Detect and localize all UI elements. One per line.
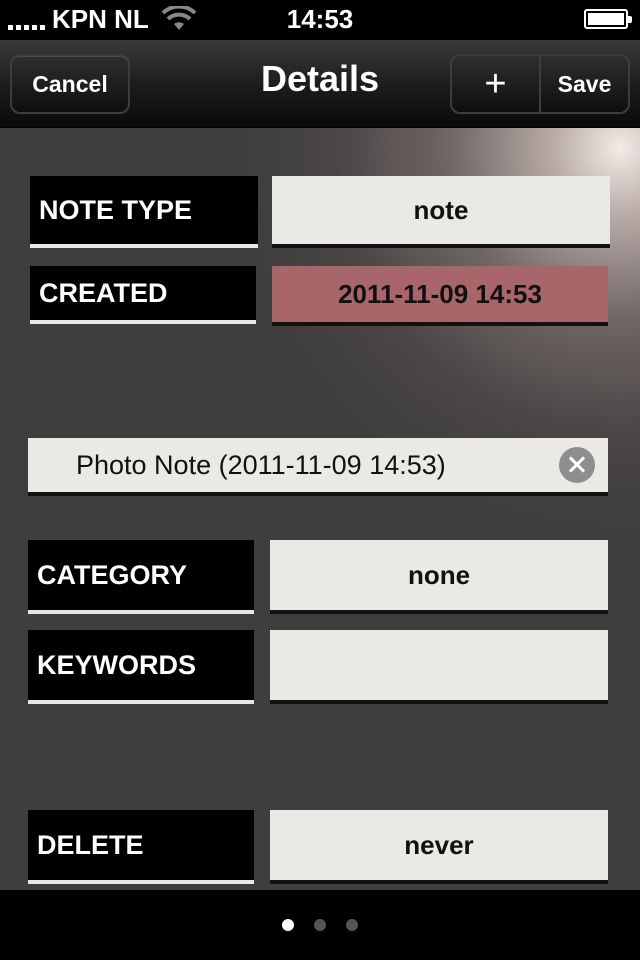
page-dot-1[interactable] (282, 919, 294, 931)
add-button[interactable]: + (452, 56, 541, 112)
title-input[interactable]: Photo Note (2011-11-09 14:53) (28, 438, 608, 496)
delete-selector[interactable]: never (270, 810, 608, 884)
navigation-bar: Cancel Details + Save (0, 40, 640, 128)
clear-icon[interactable] (559, 447, 595, 483)
save-button[interactable]: Save (541, 56, 628, 112)
created-label: CREATED (30, 266, 256, 324)
page-control[interactable] (0, 890, 640, 960)
keywords-field[interactable] (270, 630, 608, 704)
note-type-label: NOTE TYPE (30, 176, 258, 248)
page-title: Details (260, 58, 380, 99)
title-input-value: Photo Note (2011-11-09 14:53) (76, 449, 446, 480)
cancel-button[interactable]: Cancel (10, 54, 130, 114)
battery-icon (584, 9, 632, 29)
keywords-label: KEYWORDS (28, 630, 254, 704)
toolbar-button-group: + Save (450, 54, 630, 114)
page-dot-3[interactable] (346, 919, 358, 931)
details-form: NOTE TYPE note CREATED 2011-11-09 14:53 … (0, 128, 640, 890)
note-type-selector[interactable]: note (272, 176, 610, 248)
category-label: CATEGORY (28, 540, 254, 614)
delete-label: DELETE (28, 810, 254, 884)
category-selector[interactable]: none (270, 540, 608, 614)
status-time: 14:53 (286, 4, 354, 34)
created-date-field[interactable]: 2011-11-09 14:53 (272, 266, 608, 326)
page-dot-2[interactable] (314, 919, 326, 931)
status-bar: KPN NL 14:53 (0, 0, 640, 40)
